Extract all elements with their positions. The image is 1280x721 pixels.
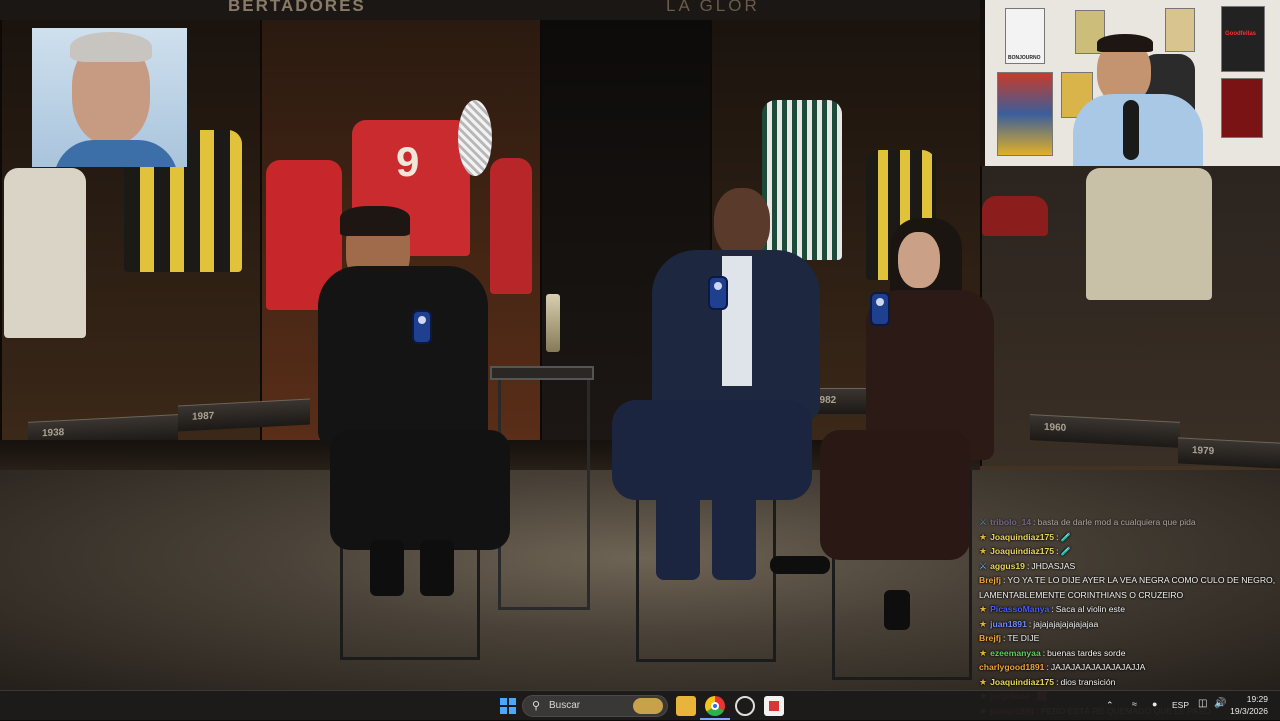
chat-message: ★ juan1891: jajajajajajajajajaa <box>979 618 1099 629</box>
clock-time[interactable]: 19:29 <box>1247 694 1268 704</box>
star-badge-icon: ★ <box>979 531 988 542</box>
chat-text: JHDASJAS <box>1031 560 1076 571</box>
obs-icon[interactable] <box>735 696 755 716</box>
chat-username[interactable]: Brejfj <box>979 575 1001 585</box>
wifi-icon[interactable]: ≈ <box>1132 699 1137 709</box>
paint-app-icon[interactable] <box>764 696 784 716</box>
taskbar-search-input[interactable]: ⚲ Buscar <box>522 695 668 717</box>
file-explorer-icon[interactable] <box>676 696 696 716</box>
chat-message: Brejfj: YO YA TE LO DIJE AYER LA VEA NEGR… <box>979 575 1276 600</box>
chat-text: 🧪 <box>1060 531 1072 542</box>
shelf-plaque-1979: 1979 <box>1178 437 1280 469</box>
poster-goodfellas: Goodfellas <box>1221 6 1265 72</box>
jersey-red-partial <box>982 196 1048 236</box>
chat-text: basta de darle mod a cualquiera que pida <box>1037 517 1196 527</box>
jersey-cream-badge <box>1086 168 1212 300</box>
banner-text-gloria: LA GLOR <box>666 0 760 15</box>
chat-message: ★ Joaquindiaz175: 🧪 <box>979 531 1072 542</box>
jersey-red-small <box>490 158 532 294</box>
chat-username[interactable]: charlygood1891 <box>979 662 1044 672</box>
chat-username[interactable]: juan1891 <box>990 619 1027 629</box>
chat-username[interactable]: Joaquindiaz175 <box>990 532 1054 542</box>
volume-icon[interactable]: 🔊 <box>1214 698 1226 709</box>
chat-text: dios transición <box>1060 676 1116 687</box>
moderator-badge-icon: ⚔ <box>979 517 988 527</box>
chat-message: ★ ezeemanyaa: buenas tardes sorde <box>979 647 1126 658</box>
star-badge-icon: ★ <box>979 546 988 556</box>
streamer-webcam: BONJOURNO Goodfellas <box>985 0 1280 166</box>
star-badge-icon: ★ <box>979 647 988 658</box>
poster-red <box>1221 78 1263 138</box>
chat-username[interactable]: Brejfj <box>979 633 1001 643</box>
network-icon[interactable]: ◫ <box>1198 698 1207 709</box>
chat-text: JAJAJAJAJAJAJAJAJJA <box>1050 662 1146 672</box>
poster-collage <box>997 72 1053 156</box>
banner-text-libertadores: BERTADORES <box>228 0 366 15</box>
chat-username[interactable]: tribolo_14 <box>990 517 1031 527</box>
chat-message: charlygood1891: JAJAJAJAJAJAJAJAJJA <box>979 662 1146 672</box>
poster-bonjourno: BONJOURNO <box>1005 8 1045 64</box>
chat-text: Saca al violin este <box>1055 604 1125 614</box>
ceiling-banner: BERTADORES LA GLOR <box>0 0 980 20</box>
star-badge-icon: ★ <box>979 676 988 687</box>
chat-username[interactable]: Joaquindiaz175 <box>990 677 1054 687</box>
chat-message: ⚔ tribolo_14: basta de darle mod a cualqui… <box>979 517 1196 527</box>
jersey-green-white <box>762 100 842 260</box>
system-tray: ⌃ ≈ ● ESP ◫ 🔊 19:29 19/3/2026 <box>1080 691 1280 721</box>
overlay-shirt <box>54 140 178 167</box>
chat-username[interactable]: aggus19 <box>990 561 1025 571</box>
football-ball <box>458 100 492 176</box>
chat-message: ★ Joaquindiaz175: 🧪 <box>979 546 1072 556</box>
table-top <box>490 366 594 380</box>
poster-small-tan <box>1165 8 1195 52</box>
chat-username[interactable]: Joaquindiaz175 <box>990 546 1054 556</box>
chevron-up-icon[interactable]: ⌃ <box>1106 700 1114 711</box>
windows-start-icon[interactable] <box>498 696 518 716</box>
chat-message: Brejfj: TE DIJE <box>979 633 1040 643</box>
chat-username[interactable]: PicassoManya <box>990 604 1049 614</box>
chat-text: TE DIJE <box>1007 633 1040 643</box>
trophy <box>546 294 560 352</box>
chat-text: jajajajajajajajajaa <box>1033 618 1099 629</box>
star-badge-icon: ★ <box>979 604 988 614</box>
chat-message: ★ Joaquindiaz175: dios transición <box>979 676 1116 687</box>
chrome-icon[interactable] <box>705 696 725 716</box>
jersey-number: 9 <box>396 138 420 185</box>
clock-date[interactable]: 19/3/2026 <box>1230 706 1268 716</box>
streamer-microphone <box>1123 100 1139 160</box>
chat-message: ⚔ aggus19: JHDASJAS <box>979 560 1076 571</box>
windows-taskbar: ⚲ Buscar ⌃ ≈ ● ESP ◫ 🔊 19:29 19/3/2026 <box>0 690 1280 720</box>
overlay-photo-left <box>32 28 187 167</box>
search-icon: ⚲ <box>532 700 541 712</box>
search-label: Buscar <box>549 700 581 711</box>
search-highlight-icon <box>633 698 663 714</box>
chat-message: ★ PicassoManya: Saca al violin este <box>979 604 1125 614</box>
chat-text: 🧪 <box>1060 546 1072 556</box>
chat-text: YO YA TE LO DIJE AYER LA VEA NEGRA COMO … <box>979 575 1276 600</box>
chat-username[interactable]: ezeemanyaa <box>990 648 1041 658</box>
jersey-white <box>4 168 86 338</box>
table-legs <box>498 380 590 610</box>
microphone-icon[interactable]: ● <box>1152 699 1157 709</box>
language-indicator[interactable]: ESP <box>1172 700 1189 710</box>
overlay-hair <box>70 32 152 62</box>
star-badge-icon: ★ <box>979 618 988 629</box>
streamer-hair <box>1097 34 1153 52</box>
moderator-badge-icon: ⚔ <box>979 560 988 571</box>
chat-text: buenas tardes sorde <box>1047 647 1126 658</box>
